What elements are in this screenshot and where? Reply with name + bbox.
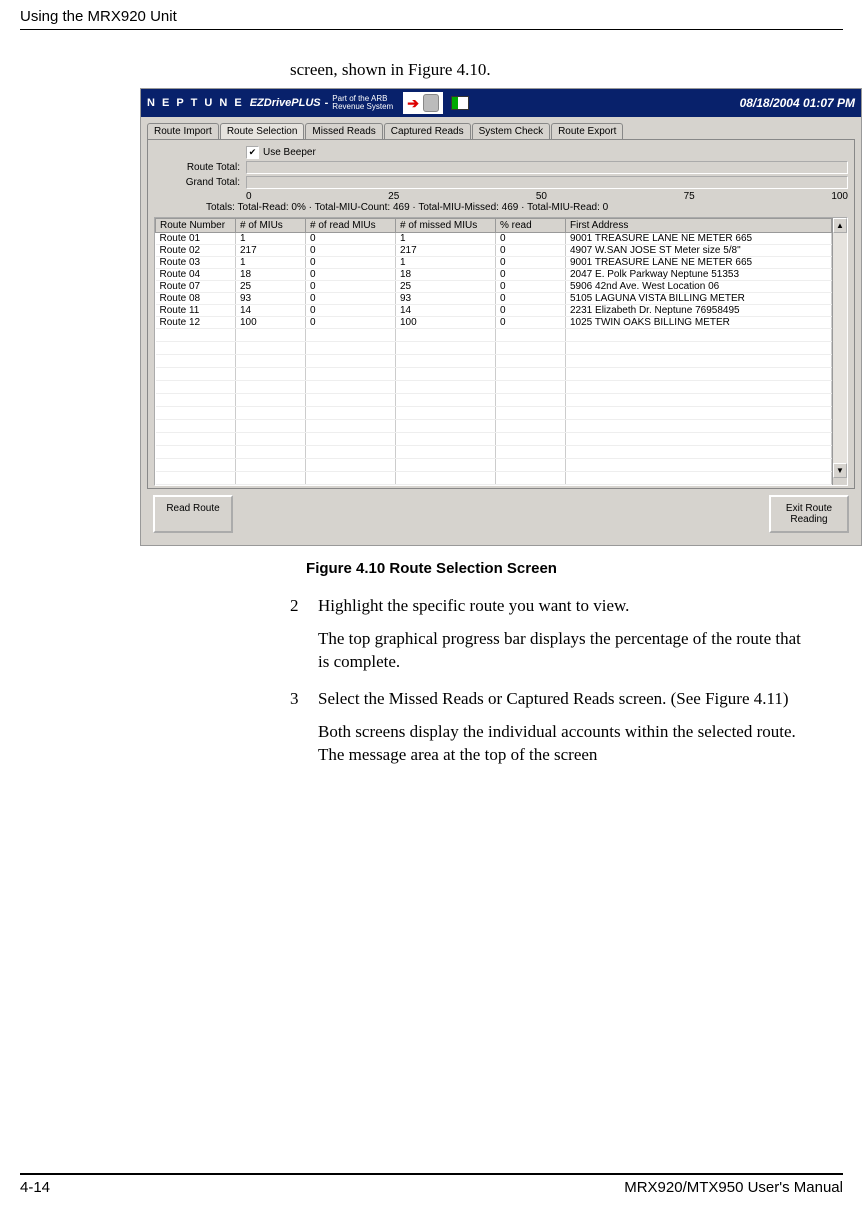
table-row: [156, 329, 832, 342]
tab-system-check[interactable]: System Check: [472, 123, 550, 139]
table-row: [156, 381, 832, 394]
table-row: [156, 446, 832, 459]
table-row[interactable]: Route 0310109001 TREASURE LANE NE METER …: [156, 257, 832, 269]
step-3-sub: Both screens display the individual acco…: [318, 721, 813, 767]
table-row: [156, 355, 832, 368]
table-row[interactable]: Route 089309305105 LAGUNA VISTA BILLING …: [156, 293, 832, 305]
tab-route-selection[interactable]: Route Selection: [220, 123, 305, 139]
step-2-sub: The top graphical progress bar displays …: [318, 628, 813, 674]
mini-progress-icon: [451, 96, 469, 110]
grand-total-bar: [246, 176, 848, 189]
figure-caption: Figure 4.10 Route Selection Screen: [20, 560, 843, 577]
table-row: [156, 368, 832, 381]
use-beeper-checkbox[interactable]: ✔: [246, 146, 259, 159]
read-route-button[interactable]: Read Route: [153, 495, 233, 533]
brand-text: N E P T U N E: [147, 97, 244, 109]
col-first-address[interactable]: First Address: [566, 219, 832, 233]
scale-axis: 0 25 50 75 100: [246, 191, 848, 202]
tab-route-export[interactable]: Route Export: [551, 123, 623, 139]
tagline: Part of the ARBRevenue System: [332, 95, 393, 111]
step-2-text: Highlight the specific route you want to…: [318, 595, 629, 618]
product-text: EZDrivePLUS: [250, 97, 321, 109]
table-row: [156, 394, 832, 407]
table-row[interactable]: Route 072502505906 42nd Ave. West Locati…: [156, 281, 832, 293]
table-row[interactable]: Route 12100010001025 TWIN OAKS BILLING M…: [156, 317, 832, 329]
tab-missed-reads[interactable]: Missed Reads: [305, 123, 382, 139]
use-beeper-label: Use Beeper: [263, 147, 316, 158]
app-screenshot: N E P T U N E EZDrivePLUS - Part of the …: [140, 88, 862, 546]
manual-title: MRX920/MTX950 User's Manual: [624, 1179, 843, 1196]
tab-captured-reads[interactable]: Captured Reads: [384, 123, 471, 139]
table-row[interactable]: Route 02217021704907 W.SAN JOSE ST Meter…: [156, 245, 832, 257]
scroll-down-icon[interactable]: ▼: [833, 463, 847, 478]
step-2-number: 2: [290, 595, 318, 618]
table-row[interactable]: Route 041801802047 E. Polk Parkway Neptu…: [156, 269, 832, 281]
table-row: [156, 472, 832, 485]
page-number: 4-14: [20, 1179, 50, 1196]
col-route-number[interactable]: Route Number: [156, 219, 236, 233]
datetime-text: 08/18/2004 01:07 PM: [740, 96, 855, 110]
scroll-up-icon[interactable]: ▲: [833, 218, 847, 233]
step-3-text: Select the Missed Reads or Captured Read…: [318, 688, 789, 711]
col-pct-read[interactable]: % read: [496, 219, 566, 233]
route-total-label: Route Total:: [154, 162, 246, 173]
step-3-number: 3: [290, 688, 318, 711]
route-total-bar: [246, 161, 848, 174]
table-row: [156, 433, 832, 446]
route-grid: Route Number # of MIUs # of read MIUs # …: [154, 217, 848, 486]
grid-header-row: Route Number # of MIUs # of read MIUs # …: [156, 219, 832, 233]
table-row: [156, 407, 832, 420]
tab-route-import[interactable]: Route Import: [147, 123, 219, 139]
page-footer: 4-14 MRX920/MTX950 User's Manual: [20, 1173, 843, 1196]
exit-route-reading-button[interactable]: Exit RouteReading: [769, 495, 849, 533]
section-title: Using the MRX920 Unit: [20, 8, 177, 25]
table-row: [156, 342, 832, 355]
titlebar: N E P T U N E EZDrivePLUS - Part of the …: [141, 89, 861, 117]
arrow-icon: ➔: [403, 92, 443, 114]
table-row: [156, 420, 832, 433]
totals-line: Totals: Total-Read: 0% · Total-MIU-Count…: [206, 202, 848, 213]
col-mius[interactable]: # of MIUs: [236, 219, 306, 233]
page-header: Using the MRX920 Unit: [20, 0, 843, 30]
intro-text: screen, shown in Figure 4.10.: [290, 60, 843, 80]
table-row: [156, 459, 832, 472]
tab-strip: Route Import Route Selection Missed Read…: [147, 123, 855, 139]
grand-total-label: Grand Total:: [154, 177, 246, 188]
table-row[interactable]: Route 111401402231 Elizabeth Dr. Neptune…: [156, 305, 832, 317]
vertical-scrollbar[interactable]: ▲ ▼: [832, 218, 847, 485]
cylinder-icon: [423, 94, 439, 112]
col-read-mius[interactable]: # of read MIUs: [306, 219, 396, 233]
instruction-body: 2 Highlight the specific route you want …: [290, 595, 813, 767]
col-missed-mius[interactable]: # of missed MIUs: [396, 219, 496, 233]
table-row[interactable]: Route 0110109001 TREASURE LANE NE METER …: [156, 233, 832, 245]
tab-body: ✔ Use Beeper Route Total: Grand Total: 0…: [147, 139, 855, 489]
